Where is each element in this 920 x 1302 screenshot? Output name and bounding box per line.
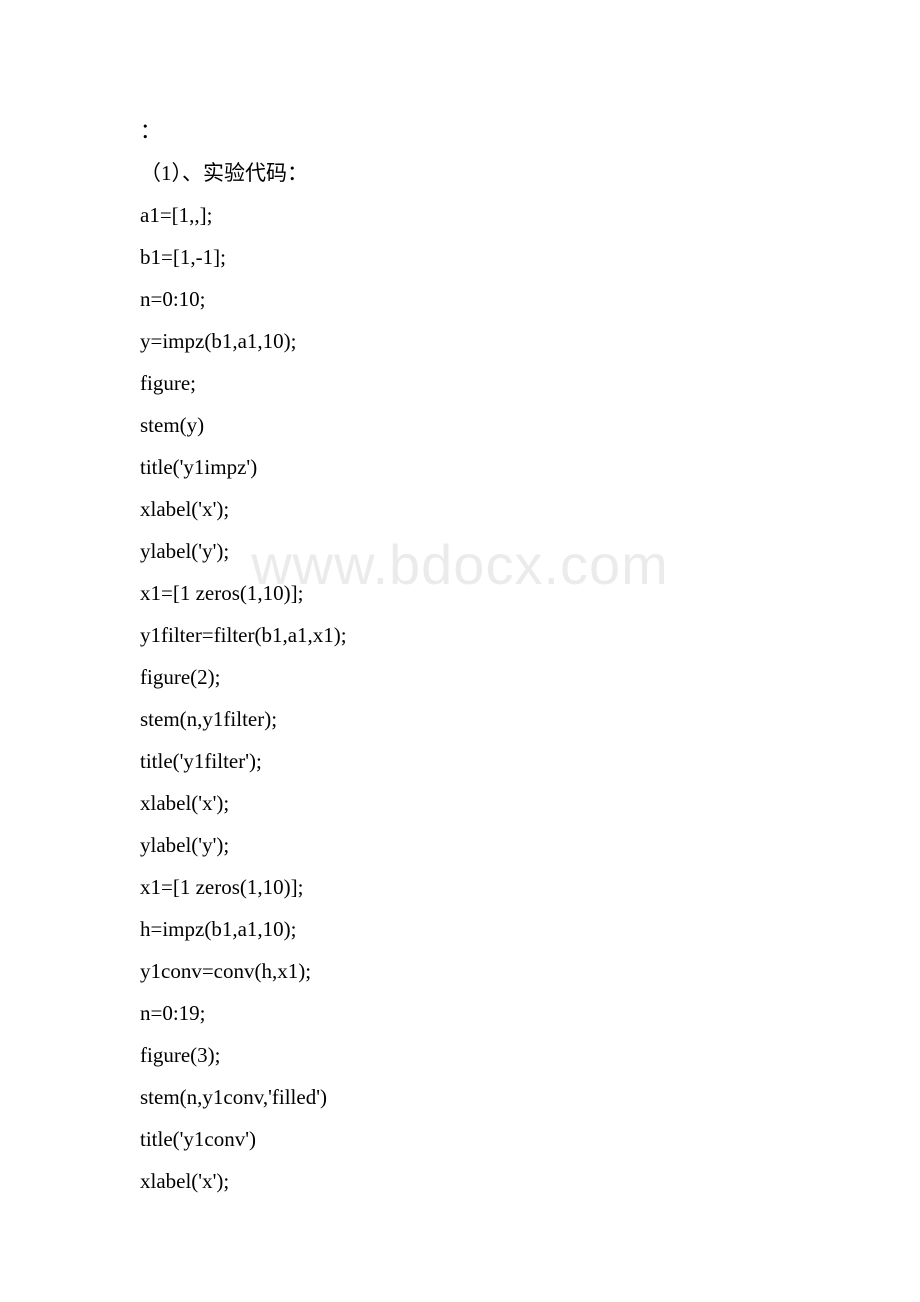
code-line: stem(n,y1filter); — [140, 698, 780, 740]
code-line: ylabel('y'); — [140, 530, 780, 572]
code-line: y1filter=filter(b1,a1,x1); — [140, 614, 780, 656]
code-line: n=0:10; — [140, 278, 780, 320]
code-line: xlabel('x'); — [140, 1160, 780, 1202]
code-line: figure(2); — [140, 656, 780, 698]
code-line: n=0:19; — [140, 992, 780, 1034]
code-line: y=impz(b1,a1,10); — [140, 320, 780, 362]
code-line: stem(y) — [140, 404, 780, 446]
code-line: xlabel('x'); — [140, 782, 780, 824]
code-line: title('y1filter'); — [140, 740, 780, 782]
code-line: x1=[1 zeros(1,10)]; — [140, 866, 780, 908]
code-line: x1=[1 zeros(1,10)]; — [140, 572, 780, 614]
code-line: h=impz(b1,a1,10); — [140, 908, 780, 950]
code-line: （1）、实验代码： — [140, 152, 780, 194]
code-line: ： — [140, 110, 780, 152]
code-line: ylabel('y'); — [140, 824, 780, 866]
code-line: title('y1impz') — [140, 446, 780, 488]
code-line: title('y1conv') — [140, 1118, 780, 1160]
code-line: figure(3); — [140, 1034, 780, 1076]
code-line: xlabel('x'); — [140, 488, 780, 530]
code-line: b1=[1,-1]; — [140, 236, 780, 278]
code-line: y1conv=conv(h,x1); — [140, 950, 780, 992]
code-line: a1=[1,,]; — [140, 194, 780, 236]
code-line: figure; — [140, 362, 780, 404]
document-page: ： （1）、实验代码： a1=[1,,]; b1=[1,-1]; n=0:10;… — [0, 0, 920, 1262]
code-line: stem(n,y1conv,'filled') — [140, 1076, 780, 1118]
